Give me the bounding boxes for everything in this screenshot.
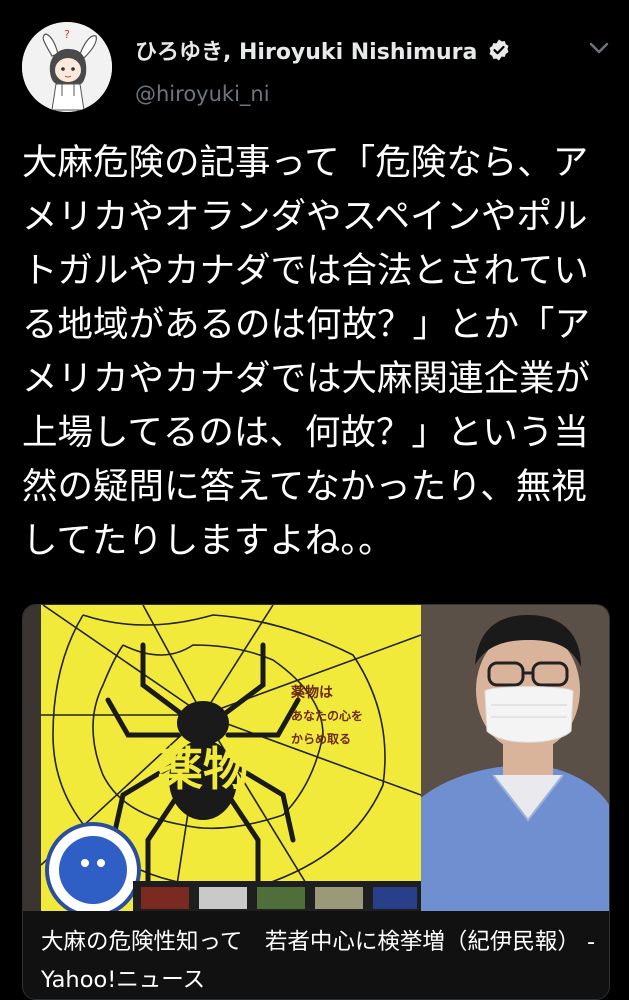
card-caption[interactable]: 大麻の危険性知って 若者中心に検挙増（紀伊民報） - Yahoo!ニュース [41,923,601,999]
card-image[interactable]: 薬物 薬物は あなたの心を からめ取る [23,605,609,911]
author-handle[interactable]: @hiroyuki_ni [135,82,270,106]
author-name-row: ひろゆき, Hiroyuki Nishimura [135,34,511,66]
chevron-down-icon[interactable] [586,38,612,58]
svg-text:?: ? [64,28,70,41]
author-avatar[interactable]: ? [22,22,112,112]
link-preview-card[interactable]: 薬物 薬物は あなたの心を からめ取る 大麻の危険性知って 若者中心に検挙増（紀… [22,604,610,1000]
author-display-name[interactable]: ひろゆき, Hiroyuki Nishimura [135,34,477,66]
news-photo: 薬物 薬物は あなたの心を からめ取る [23,605,609,911]
poster-slogan-1: 薬物は [291,684,333,701]
poster-kanji: 薬物 [157,742,249,796]
verified-badge-icon [489,39,509,61]
avatar-illustration-icon: ? [22,22,112,112]
tweet-text: 大麻危険の記事って「危険なら、アメリカやオランダやスペインやポルトガルやカナダで… [22,142,591,561]
poster-slogan-2: あなたの心を [291,709,363,723]
tweet-header: ? ひろゆき, Hiroyuki Nishimura @hiroyuki_ni [0,0,629,120]
poster-slogan-3: からめ取る [291,732,351,746]
